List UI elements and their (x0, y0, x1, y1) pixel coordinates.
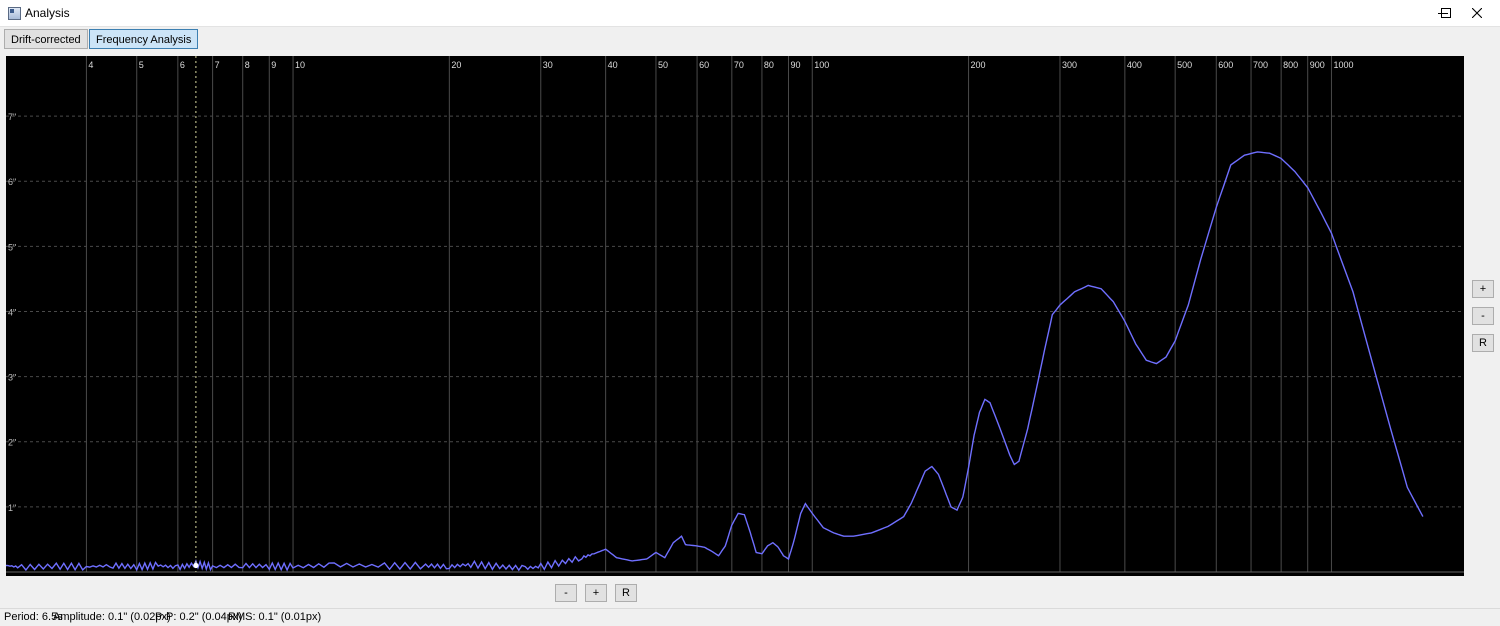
tab-drift-corrected[interactable]: Drift-corrected (4, 29, 88, 49)
status-rms: RMS: 0.1" (0.01px) (228, 611, 322, 623)
y-tick-label: 4" (8, 307, 16, 317)
view-tabs: Drift-corrected Frequency Analysis (0, 27, 1500, 53)
frequency-plot[interactable]: 1" 2" 3" 4" 5" 6" 7" 4 5 6 7 8 9 10 20 30 40 50 60 70 80 90 10… (6, 56, 1464, 576)
vertical-zoom-out-button[interactable]: - (1472, 307, 1494, 325)
x-tick-label: 300 (1062, 60, 1077, 70)
x-tick-label: 40 (608, 60, 618, 70)
horizontal-zoom-in-button[interactable]: + (585, 584, 607, 602)
y-tick-label: 3" (8, 373, 16, 383)
horizontal-zoom-out-button[interactable]: - (555, 584, 577, 602)
x-tick-label: 500 (1177, 60, 1192, 70)
frequency-chart: 1" 2" 3" 4" 5" 6" 7" 4 5 6 7 8 9 10 20 30 40 50 60 70 80 90 10… (6, 56, 1464, 573)
vertical-zoom-in-button[interactable]: + (1472, 280, 1494, 298)
cursor-point (193, 562, 199, 569)
y-tick-label: 5" (8, 242, 16, 252)
x-tick-label: 60 (699, 60, 709, 70)
x-tick-label: 5 (139, 60, 144, 70)
x-tick-label: 8 (245, 60, 250, 70)
x-tick-label: 4 (88, 60, 93, 70)
maximize-icon (1441, 8, 1451, 18)
x-tick-label: 50 (658, 60, 668, 70)
title-bar: Analysis (0, 0, 1500, 27)
x-tick-label: 100 (814, 60, 829, 70)
vertical-zoom-reset-button[interactable]: R (1472, 334, 1494, 352)
y-tick-label: 1" (8, 503, 16, 513)
y-tick-label: 2" (8, 438, 16, 448)
x-tick-label: 7 (215, 60, 220, 70)
x-tick-label: 90 (790, 60, 800, 70)
y-tick-label: 6" (8, 177, 16, 187)
x-tick-label: 70 (734, 60, 744, 70)
x-tick-label: 10 (295, 60, 305, 70)
x-tick-label: 600 (1218, 60, 1233, 70)
status-bar: Period: 6.5s Amplitude: 0.1" (0.02px) P-… (0, 608, 1500, 626)
window-title: Analysis (25, 6, 70, 20)
x-tick-label: 200 (971, 60, 986, 70)
x-tick-label: 900 (1310, 60, 1325, 70)
close-button[interactable] (1454, 0, 1500, 26)
x-tick-label: 9 (271, 60, 276, 70)
x-tick-label: 6 (180, 60, 185, 70)
x-tick-label: 30 (543, 60, 553, 70)
x-tick-label: 1000 (1333, 60, 1353, 70)
app-icon (8, 7, 21, 20)
x-tick-label: 20 (451, 60, 461, 70)
tab-frequency-analysis[interactable]: Frequency Analysis (89, 29, 199, 49)
y-tick-label: 7" (8, 112, 16, 122)
x-tick-label: 800 (1283, 60, 1298, 70)
x-tick-label: 700 (1253, 60, 1268, 70)
status-amplitude: Amplitude: 0.1" (0.02px) (53, 611, 171, 623)
close-icon (1472, 8, 1482, 18)
x-tick-label: 400 (1127, 60, 1142, 70)
horizontal-zoom-reset-button[interactable]: R (615, 584, 637, 602)
x-tick-label: 80 (764, 60, 774, 70)
